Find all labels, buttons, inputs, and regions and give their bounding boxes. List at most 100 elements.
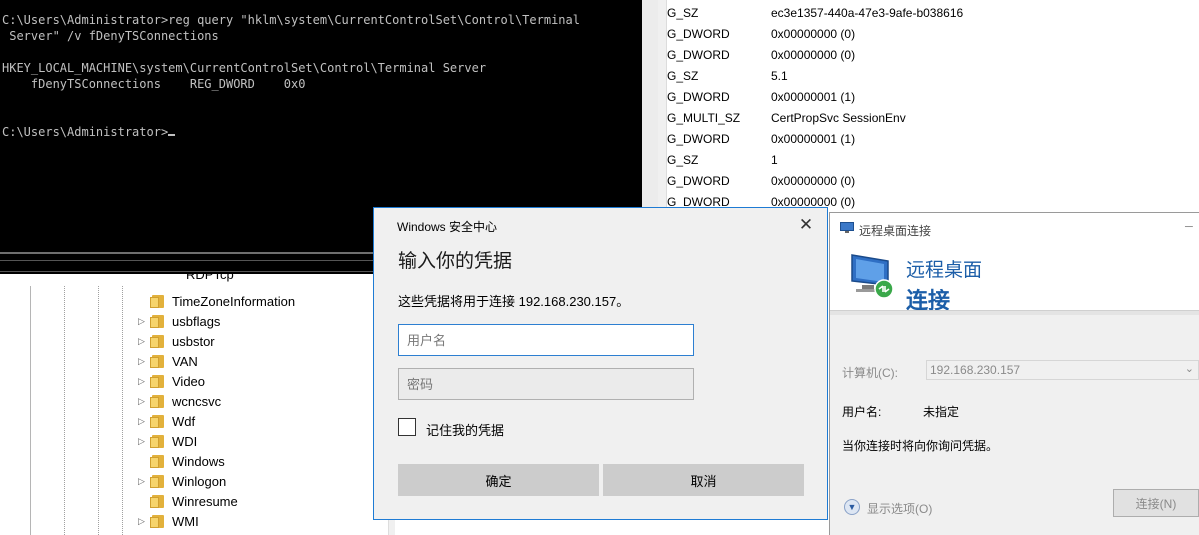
expand-arrow-icon[interactable]: ▷: [138, 396, 146, 406]
tree-node-label: usbflags: [172, 314, 221, 329]
dialog-titlebar[interactable]: Windows 安全中心 ✕: [374, 208, 827, 242]
folder-icon: [150, 395, 165, 408]
username-value: 未指定: [923, 405, 960, 419]
computer-value: 192.168.230.157: [930, 363, 1021, 377]
value-data: 1: [771, 153, 778, 167]
value-data: 0x00000000 (0): [771, 48, 856, 62]
credentials-prompt-text: 当你连接时将向你询问凭据。: [842, 439, 999, 453]
expand-arrow-icon[interactable]: ▷: [138, 416, 146, 426]
pane-divider: [30, 286, 31, 535]
folder-icon: [150, 435, 165, 448]
registry-tree-pane[interactable]: RDPTcp TimeZoneInformation ▷ usbflags ▷ …: [0, 274, 395, 535]
ok-button[interactable]: 确定: [398, 464, 599, 496]
value-type: G_DWORD: [667, 27, 730, 41]
value-type: G_DWORD: [667, 90, 730, 104]
registry-value-row[interactable]: G_SZ ec3e1357-440a-47e3-9afe-b038616: [658, 0, 1199, 21]
registry-value-row[interactable]: G_SZ 5.1: [658, 63, 1199, 84]
registry-values-list[interactable]: G_SZ ec3e1357-440a-47e3-9afe-b038616 G_DW…: [658, 0, 1199, 212]
tree-guide-line: [122, 286, 123, 535]
tree-node-winresume[interactable]: Winresume: [138, 492, 388, 512]
value-type: G_SZ: [667, 153, 699, 167]
value-data: 5.1: [771, 69, 788, 83]
value-data: 0x00000000 (0): [771, 174, 856, 188]
value-data: 0x00000001 (1): [771, 132, 856, 146]
registry-value-row[interactable]: G_MULTI_SZ CertPropSvc SessionEnv: [658, 105, 1199, 126]
value-type: G_DWORD: [667, 132, 730, 146]
tree-node-winlogon[interactable]: ▷ Winlogon: [138, 472, 388, 492]
registry-value-row[interactable]: G_DWORD 0x00000001 (1): [658, 84, 1199, 105]
remember-credentials-checkbox[interactable]: 记住我的凭据: [398, 417, 598, 439]
folder-icon: [150, 295, 165, 308]
tree-node-label: TimeZoneInformation: [172, 294, 296, 309]
remote-desktop-icon: [840, 222, 854, 233]
tree-node-wcncsvc[interactable]: ▷ wcncsvc: [138, 392, 388, 412]
chevron-down-icon[interactable]: ⌄: [1185, 362, 1194, 375]
show-options-toggle[interactable]: ▼ 显示选项(O): [842, 498, 962, 516]
registry-value-row[interactable]: G_SZ 1: [658, 147, 1199, 168]
banner-divider: [830, 310, 1199, 315]
computer-combobox[interactable]: 192.168.230.157 ⌄: [926, 360, 1199, 380]
connect-button[interactable]: 连接(N): [1113, 489, 1199, 517]
window-control-icon[interactable]: ─: [1185, 221, 1193, 233]
tree-guide-line: [64, 286, 65, 535]
remember-credentials-label: 记住我的凭据: [426, 423, 505, 438]
username-field[interactable]: [398, 324, 694, 356]
tree-node-partial[interactable]: RDPTcp: [174, 274, 264, 284]
tree-node-wmi[interactable]: ▷ WMI: [138, 512, 388, 532]
tree-node-label: Winresume: [172, 494, 238, 509]
tree-node-label: Wdf: [172, 414, 196, 429]
value-data: 0x00000001 (1): [771, 90, 856, 104]
remote-desktop-window[interactable]: 远程桌面连接 ─ 远程桌面 连接 计算机(C): 192.168.230.157…: [829, 212, 1199, 535]
close-icon[interactable]: ✕: [794, 214, 818, 236]
tree-node-wdi[interactable]: ▷ WDI: [138, 432, 388, 452]
dialog-title: Windows 安全中心: [397, 220, 498, 234]
tree-node-usbstor[interactable]: ▷ usbstor: [138, 332, 388, 352]
expand-arrow-icon[interactable]: ▷: [138, 336, 146, 346]
folder-icon: [150, 455, 165, 468]
tree-node-timezoneinformation[interactable]: TimeZoneInformation: [138, 292, 388, 312]
registry-value-row[interactable]: G_DWORD 0x00000000 (0): [658, 21, 1199, 42]
registry-value-row[interactable]: G_DWORD 0x00000000 (0): [658, 42, 1199, 63]
expand-arrow-icon[interactable]: ▷: [138, 476, 146, 486]
password-field[interactable]: [398, 368, 694, 400]
expand-arrow-icon[interactable]: ▷: [138, 356, 146, 366]
folder-icon: [150, 335, 165, 348]
tree-node-video[interactable]: ▷ Video: [138, 372, 388, 392]
tree-node-label: Windows: [172, 454, 225, 469]
console-line: Server" /v fDenyTSConnections: [2, 29, 219, 43]
console-prompt-line[interactable]: C:\Users\Administrator>: [2, 124, 176, 140]
tree-node-usbflags[interactable]: ▷ usbflags: [138, 312, 388, 332]
expand-arrow-icon[interactable]: ▷: [138, 436, 146, 446]
tree-node-windows[interactable]: Windows: [138, 452, 388, 472]
folder-icon: [150, 375, 165, 388]
dialog-description: 这些凭据将用于连接 192.168.230.157。: [398, 294, 630, 309]
tree-node-wdf[interactable]: ▷ Wdf: [138, 412, 388, 432]
expand-arrow-icon[interactable]: ▷: [138, 516, 146, 526]
expand-arrow-icon[interactable]: ▷: [138, 316, 146, 326]
tree-node-label: WDI: [172, 434, 198, 449]
value-data: CertPropSvc SessionEnv: [771, 111, 906, 125]
cancel-button[interactable]: 取消: [603, 464, 804, 496]
console-line: fDenyTSConnections REG_DWORD 0x0: [2, 77, 306, 91]
tree-node-van[interactable]: ▷ VAN: [138, 352, 388, 372]
folder-icon: [150, 515, 165, 528]
value-type: G_SZ: [667, 6, 699, 20]
console-line: C:\Users\Administrator>reg query "hklm\s…: [2, 13, 580, 27]
rdc-banner: 远程桌面 连接: [830, 243, 1199, 313]
dialog-heading: 输入你的凭据: [398, 251, 513, 272]
value-data: ec3e1357-440a-47e3-9afe-b038616: [771, 6, 964, 20]
rdc-title: 远程桌面连接: [859, 224, 932, 238]
folder-icon: [150, 495, 165, 508]
rdc-titlebar[interactable]: 远程桌面连接 ─: [830, 213, 1199, 243]
registry-value-row[interactable]: G_DWORD 0x00000001 (1): [658, 126, 1199, 147]
chevron-down-icon[interactable]: ▼: [844, 499, 860, 515]
checkbox-icon[interactable]: [398, 418, 416, 436]
credentials-dialog[interactable]: Windows 安全中心 ✕ 输入你的凭据 这些凭据将用于连接 192.168.…: [373, 207, 828, 520]
expand-arrow-icon[interactable]: ▷: [138, 376, 146, 386]
tree-node-label: Winlogon: [172, 474, 227, 489]
tree-top-strip: RDPTcp: [0, 274, 395, 286]
tree-node-label: VAN: [172, 354, 198, 369]
value-type: G_SZ: [667, 69, 699, 83]
tree-node-label: Video: [172, 374, 206, 389]
registry-value-row[interactable]: G_DWORD 0x00000000 (0): [658, 168, 1199, 189]
